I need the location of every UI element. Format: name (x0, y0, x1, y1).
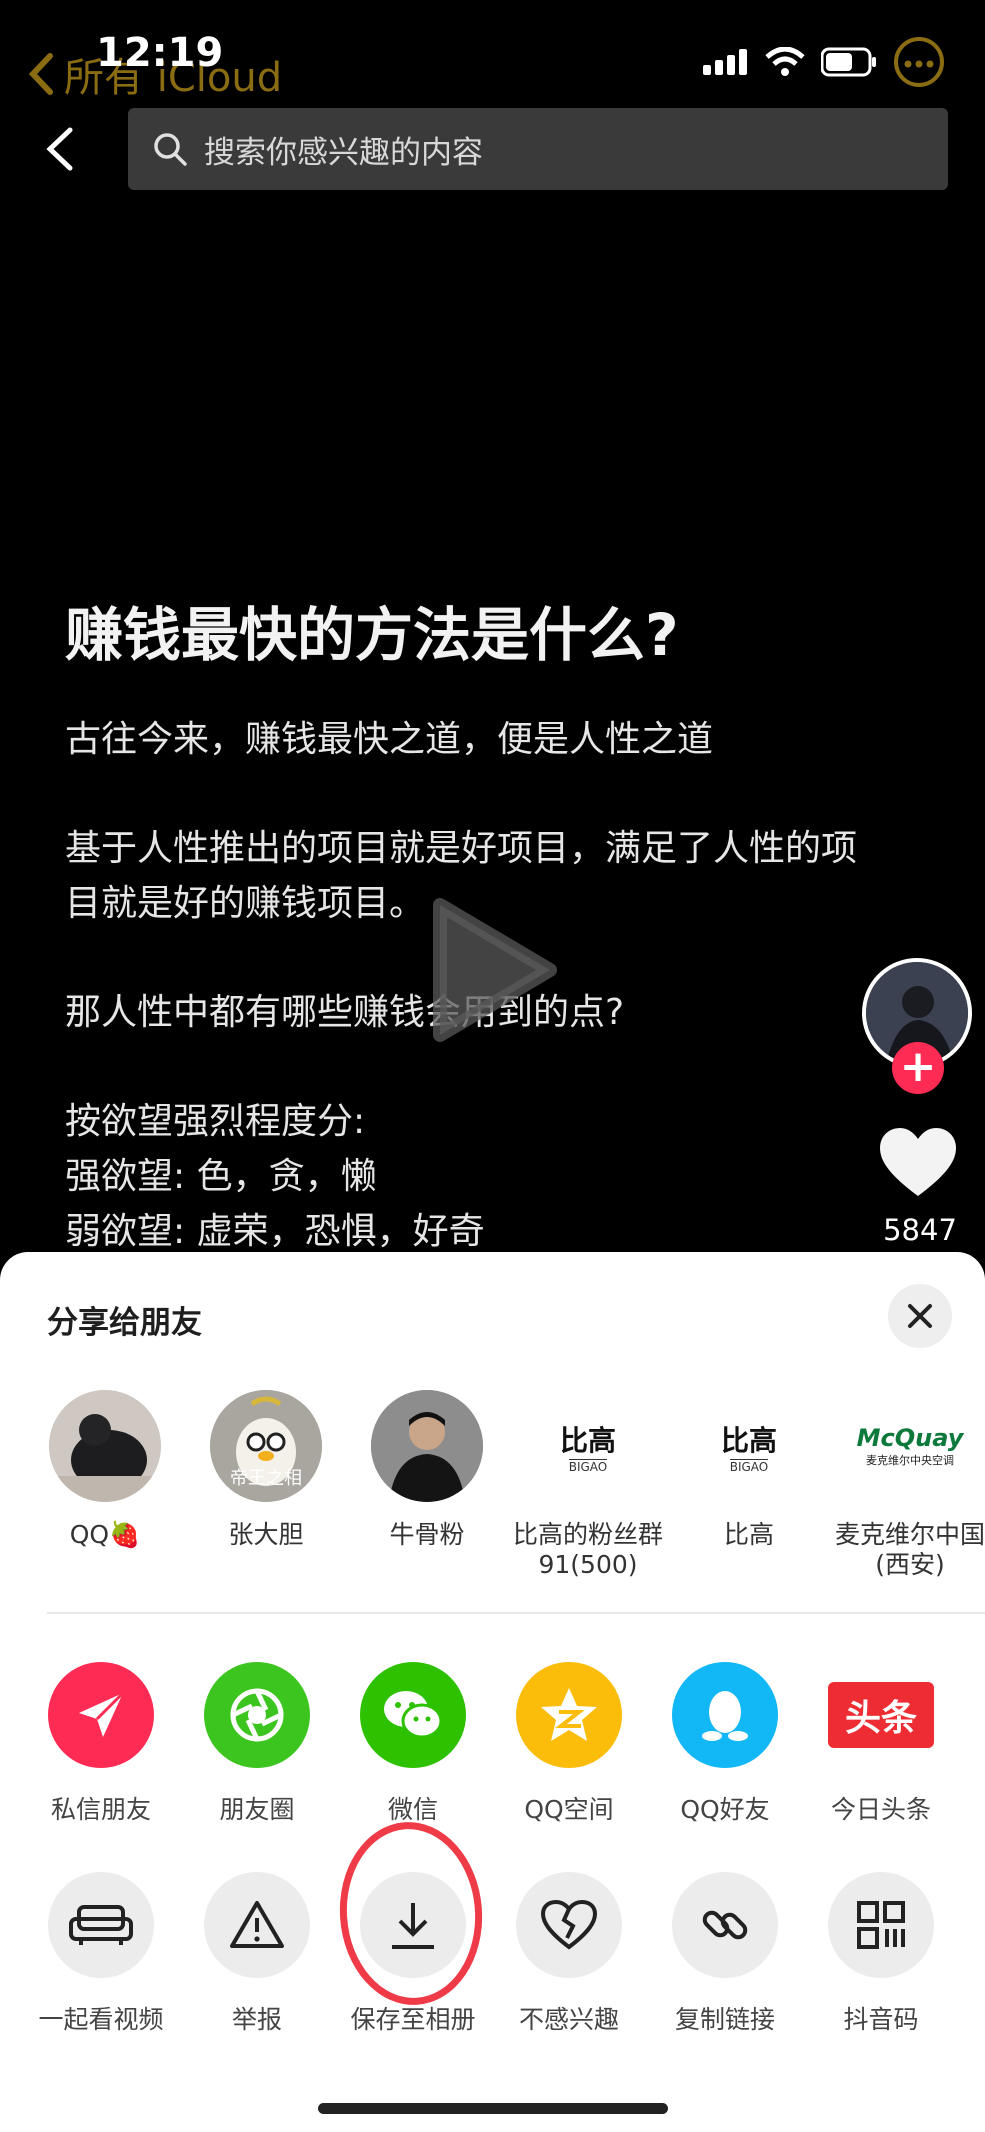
share-qq[interactable]: QQ好友 (650, 1662, 800, 1826)
share-app-label: 朋友圈 (219, 1795, 295, 1824)
friend-avatar: 比高 BIGAO (693, 1390, 805, 1502)
play-icon[interactable] (430, 895, 560, 1045)
friend-name: 张大胆 (228, 1520, 304, 1549)
share-private-message[interactable]: 私信朋友 (26, 1662, 176, 1826)
copy-link-button[interactable]: 复制链接 (650, 1872, 800, 2036)
paper-plane-icon (48, 1662, 154, 1768)
close-icon (908, 1304, 932, 1328)
bigao-logo-sub: BIGAO (729, 1458, 769, 1474)
share-app-label: 私信朋友 (50, 1795, 151, 1824)
warning-icon (204, 1872, 310, 1978)
wifi-icon (765, 47, 805, 76)
action-label: 举报 (231, 2005, 282, 2034)
toutiao-icon: 头条 (828, 1662, 934, 1768)
toutiao-icon-text: 头条 (844, 1698, 917, 1739)
share-toutiao[interactable]: 头条 今日头条 (806, 1662, 956, 1826)
bigao-logo-sub: BIGAO (568, 1458, 608, 1474)
more-options-icon[interactable] (893, 36, 945, 88)
article-paragraph: 弱欲望: 虚荣，恐惧，好奇 (65, 1211, 485, 1252)
share-wechat[interactable]: 微信 (338, 1662, 488, 1826)
action-label: 复制链接 (674, 2005, 775, 2034)
friend-avatar-caption: 帝王之相 (230, 1468, 302, 1489)
bigao-logo: 比高 (559, 1423, 616, 1457)
qr-code-icon (828, 1872, 934, 1978)
moments-icon (204, 1662, 310, 1768)
search-header: 搜索你感兴趣的内容 (0, 108, 985, 190)
status-bar: 所有 iCloud 12:19 (0, 0, 985, 110)
friend-name: 牛骨粉 (389, 1520, 465, 1549)
article-paragraph: 强欲望: 色，贪，懒 (65, 1156, 377, 1197)
signal-icon (703, 49, 747, 75)
back-arrow-icon[interactable] (40, 126, 80, 172)
friend-item[interactable]: 比高 BIGAO 比高的粉丝群 91(500) (513, 1390, 663, 1580)
friend-item[interactable]: 牛骨粉 (352, 1390, 502, 1550)
share-app-label: 微信 (387, 1795, 438, 1824)
friend-avatar: McQuay 麦克维尔中央空调 (854, 1390, 966, 1502)
share-sheet: 分享给朋友 QQ🍓 帝王之相 张大胆 牛骨粉 比高 BIGAO 比高的粉丝群 9… (0, 1252, 985, 2132)
douyin-code-button[interactable]: 抖音码 (806, 1872, 956, 2036)
friend-avatar (371, 1390, 483, 1502)
bigao-logo: 比高 (720, 1423, 777, 1457)
search-placeholder: 搜索你感兴趣的内容 (204, 134, 483, 171)
chevron-left-icon (28, 53, 53, 95)
qq-icon (672, 1662, 778, 1768)
friend-name: QQ🍓 (69, 1520, 141, 1549)
heart-icon[interactable] (880, 1128, 956, 1198)
qzone-icon (516, 1662, 622, 1768)
friend-avatar: 比高 BIGAO (532, 1390, 644, 1502)
share-app-label: QQ好友 (680, 1795, 770, 1824)
not-interested-button[interactable]: 不感兴趣 (494, 1872, 644, 2036)
battery-icon (821, 47, 876, 77)
report-button[interactable]: 举报 (182, 1872, 332, 2036)
article-paragraph: 古往今来，赚钱最快之道，便是人性之道 (65, 719, 714, 760)
home-indicator[interactable] (318, 2103, 668, 2114)
broken-heart-icon (516, 1872, 622, 1978)
article-title: 赚钱最快的方法是什么? (65, 601, 679, 669)
sofa-icon (48, 1872, 154, 1978)
friend-list: QQ🍓 帝王之相 张大胆 牛骨粉 比高 BIGAO 比高的粉丝群 91(500)… (30, 1390, 985, 1579)
search-input[interactable]: 搜索你感兴趣的内容 (128, 108, 948, 190)
link-icon (672, 1872, 778, 1978)
like-count: 5847 (883, 1213, 957, 1247)
action-label: 保存至相册 (350, 2005, 476, 2034)
share-app-label: QQ空间 (524, 1795, 614, 1824)
watch-together-button[interactable]: 一起看视频 (26, 1872, 176, 2036)
friend-name: 比高 (723, 1520, 774, 1549)
status-icons (703, 36, 945, 88)
friend-item[interactable]: QQ🍓 (30, 1390, 180, 1550)
share-moments[interactable]: 朋友圈 (182, 1662, 332, 1826)
mcquay-logo: McQuay (856, 1424, 964, 1452)
close-button[interactable] (888, 1284, 952, 1348)
share-app-label: 今日头条 (830, 1795, 931, 1824)
friend-item[interactable]: McQuay 麦克维尔中央空调 麦克维尔中国(西安) (835, 1390, 985, 1580)
friend-name: 麦克维尔中国(西安) (835, 1520, 985, 1579)
wechat-icon (360, 1662, 466, 1768)
action-label: 不感兴趣 (518, 2005, 619, 2034)
friend-item[interactable]: 比高 BIGAO 比高 (674, 1390, 824, 1550)
search-icon (154, 133, 187, 166)
article-paragraph: 基于人性推出的项目就是好项目，满足了人性的项 (65, 828, 858, 869)
action-label: 抖音码 (843, 2005, 919, 2034)
share-qzone[interactable]: QQ空间 (494, 1662, 644, 1826)
clock: 12:19 (96, 30, 224, 76)
friend-item[interactable]: 帝王之相 张大胆 (191, 1390, 341, 1550)
share-sheet-title: 分享给朋友 (47, 1305, 202, 1341)
article-paragraph: 按欲望强烈程度分: (65, 1101, 366, 1142)
divider (47, 1612, 985, 1614)
follow-button[interactable]: + (892, 1042, 944, 1094)
friend-name: 比高的粉丝群 91(500) (513, 1520, 664, 1579)
action-label: 一起看视频 (38, 2005, 164, 2034)
friend-avatar (49, 1390, 161, 1502)
friend-avatar: 帝王之相 (210, 1390, 322, 1502)
mcquay-logo-sub: 麦克维尔中央空调 (866, 1454, 954, 1467)
